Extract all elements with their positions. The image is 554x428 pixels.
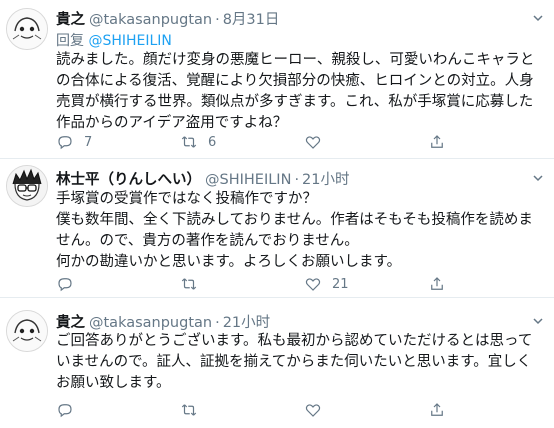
tweet-line: 何かの勘違いかと思います。よろしくお願いします。 (56, 254, 402, 270)
user-handle[interactable]: @SHIHEILIN (205, 172, 291, 188)
like-button[interactable] (304, 133, 332, 151)
tweet-line: 作品からのアイデア盗用ですよね？ (56, 115, 288, 131)
share-icon (431, 277, 443, 290)
retweet-count: 6 (208, 134, 217, 150)
reply-icon (58, 404, 72, 418)
timestamp[interactable]: 21小时 (302, 172, 349, 188)
user-handle[interactable]: @takasanpugtan (89, 315, 212, 331)
tweet-line: 読みました。顔だけ変身の悪魔ヒーロー、親殺し、可愛いわんこキャラと (56, 52, 535, 68)
tweet-line: せん。ので、貴方の著作を読んでおりません。 (56, 233, 359, 249)
avatar[interactable] (6, 165, 48, 207)
separator-dot: · (294, 172, 300, 188)
tweet-actions: 21 (56, 275, 544, 295)
reply-button[interactable] (56, 275, 84, 293)
tweet-actions (56, 401, 544, 421)
like-icon (305, 278, 321, 291)
retweet-button[interactable]: 6 (180, 133, 216, 151)
retweet-icon (181, 136, 197, 148)
reply-icon (58, 136, 72, 150)
retweet-icon (181, 404, 197, 416)
display-name[interactable]: 貴之 (56, 12, 85, 28)
tweet-text: 読みました。顔だけ変身の悪魔ヒーロー、親殺し、可愛いわんこキャラと の合体による… (56, 50, 546, 134)
tweet-text: ご回答ありがとうございます。私も最初から認めていただけるとは思って いませんので… (56, 331, 546, 394)
share-icon (431, 403, 443, 416)
share-button[interactable] (428, 275, 456, 293)
like-icon (305, 136, 321, 149)
reply-count: 7 (84, 134, 93, 150)
tweet-text: 手塚賞の受賞作ではなく投稿作ですか？ 僕も数年間、全く下読みしておりません。作者… (56, 189, 546, 273)
tweet-header: 林士平（りんしへい） @SHIHEILIN · 21小时 (56, 168, 350, 189)
tweet-line: 僕も数年間、全く下読みしておりません。作者はそもそも投稿作を読めま (56, 212, 533, 228)
reply-icon (58, 278, 72, 292)
caret-down-icon[interactable] (532, 315, 544, 327)
caret-down-icon[interactable] (532, 12, 544, 24)
tweet-header: 貴之 @takasanpugtan · 21小时 (56, 311, 270, 332)
tweet-actions: 7 6 (56, 133, 544, 153)
tweet-line: ご回答ありがとうございます。私も最初から認めていただけるとは思って (56, 333, 533, 349)
share-button[interactable] (428, 133, 456, 151)
tweet-line: 手塚賞の受賞作ではなく投稿作ですか？ (56, 191, 317, 207)
timestamp[interactable]: 8月31日 (223, 12, 280, 28)
tweet-line: 売買が横行する世界。類似点が多すぎます。これ、私が手塚賞に応募した (56, 94, 534, 110)
tweet-3[interactable]: 貴之 @takasanpugtan · 21小时 ご回答ありがとうございます。私も最初… (0, 298, 554, 428)
reply-context: 回复 @SHIHEILIN (56, 30, 172, 50)
like-button[interactable]: 21 (304, 275, 349, 293)
like-count: 21 (332, 276, 349, 292)
retweet-button[interactable] (180, 401, 208, 419)
separator-dot: · (215, 12, 220, 28)
display-name[interactable]: 林士平（りんしへい） (56, 172, 201, 188)
avatar[interactable] (6, 8, 48, 50)
caret-down-icon[interactable] (532, 172, 544, 184)
display-name[interactable]: 貴之 (56, 315, 85, 331)
tweet-2[interactable]: 林士平（りんしへい） @SHIHEILIN · 21小时 手塚賞の受賞作ではなく投稿作… (0, 159, 554, 297)
reply-button[interactable]: 7 (56, 133, 92, 151)
retweet-icon (181, 278, 197, 290)
like-icon (305, 404, 321, 417)
share-button[interactable] (428, 401, 456, 419)
timestamp[interactable]: 21小时 (223, 315, 270, 331)
tweet-1[interactable]: 貴之 @takasanpugtan · 8月31日 回复 @SHIHEILIN 読みま… (0, 0, 554, 158)
avatar[interactable] (6, 310, 48, 352)
separator-dot: · (215, 315, 220, 331)
tweet-line: の合体による復活、覚醒により欠損部分の快癒、ヒロインとの対立。人身 (56, 73, 534, 89)
reply-button[interactable] (56, 401, 84, 419)
tweet-line: お願い致します。 (56, 375, 171, 391)
reply-mention-link[interactable]: @SHIHEILIN (88, 33, 171, 49)
tweet-header: 貴之 @takasanpugtan · 8月31日 (56, 8, 279, 29)
reply-label: 回复 (56, 33, 84, 49)
like-button[interactable] (304, 401, 332, 419)
retweet-button[interactable] (180, 275, 208, 293)
tweet-line: いませんので。証人、証拠を揃えてからまた伺いたいと思います。宜しく (56, 354, 532, 370)
share-icon (431, 135, 443, 148)
user-handle[interactable]: @takasanpugtan (89, 12, 212, 28)
